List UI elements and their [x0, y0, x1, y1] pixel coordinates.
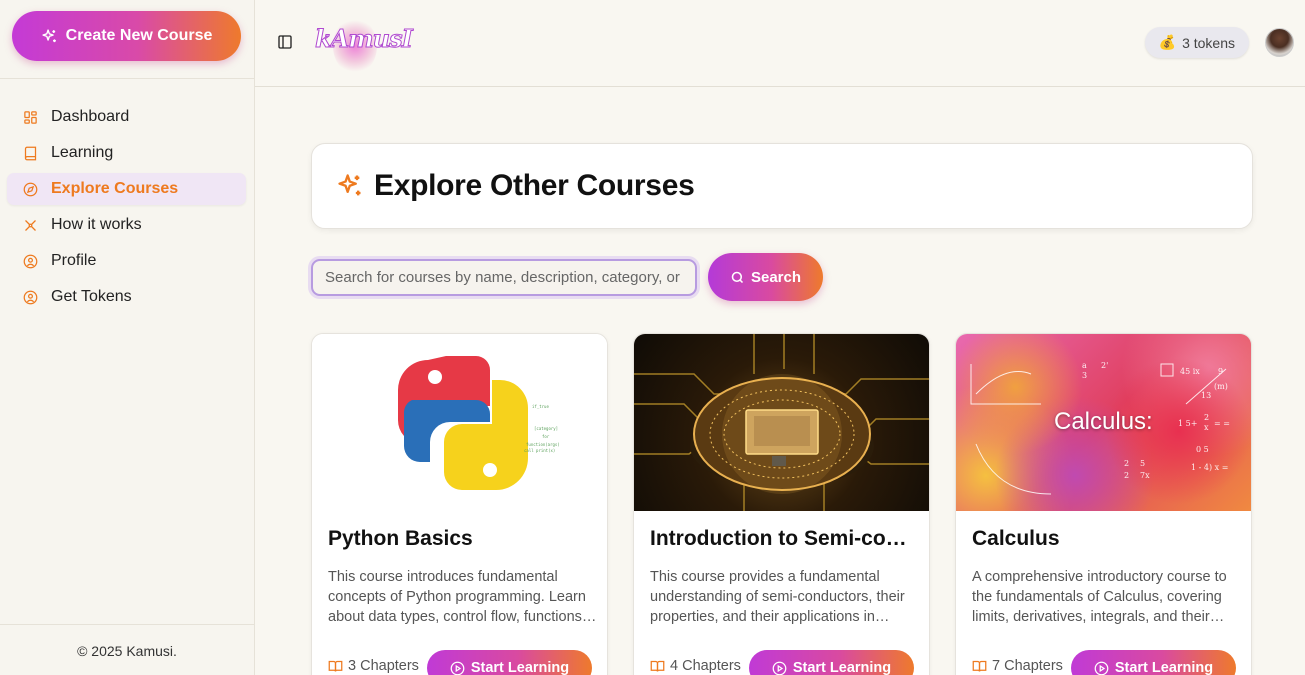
- course-chapters: 7 Chapters: [972, 658, 1063, 674]
- svg-text:9: 9: [1218, 367, 1223, 376]
- open-book-icon: [650, 660, 665, 672]
- compass-icon: [23, 182, 38, 196]
- course-description: This course introduces fundamental conce…: [328, 569, 586, 625]
- sidebar-item-profile[interactable]: Profile: [7, 245, 246, 277]
- course-title: Python Basics: [328, 527, 473, 550]
- svg-text:for: for: [542, 434, 550, 439]
- tools-icon: [25, 219, 36, 231]
- svg-text:3: 3: [1082, 371, 1087, 380]
- course-chapters-label: 7 Chapters: [992, 658, 1063, 674]
- sidebar-item-label: Dashboard: [51, 108, 130, 125]
- search-icon: [731, 271, 744, 283]
- svg-text:2: 2: [1124, 459, 1129, 468]
- search-button[interactable]: Search: [708, 253, 823, 301]
- sidebar-item-label: Get Tokens: [51, 288, 132, 305]
- sidebar-item-label: How it works: [51, 216, 142, 233]
- tokens-badge[interactable]: 💰 3 tokens: [1144, 27, 1249, 58]
- sidebar-item-how-it-works[interactable]: How it works: [7, 209, 246, 241]
- svg-text:5: 5: [1140, 459, 1145, 468]
- course-description: A comprehensive introductory course to t…: [972, 569, 1227, 625]
- sidebar-item-dashboard[interactable]: Dashboard: [7, 101, 246, 133]
- start-learning-label: Start Learning: [792, 660, 892, 675]
- course-chapters: 3 Chapters: [328, 658, 419, 674]
- user-circle-icon: [23, 254, 38, 268]
- svg-text:function(args): function(args): [526, 442, 560, 447]
- page-title-card: Explore Other Courses: [311, 143, 1253, 229]
- search-input[interactable]: [311, 259, 697, 296]
- course-card[interactable]: if_true [category] for function(args) ca…: [311, 333, 608, 675]
- course-chapters: 4 Chapters: [650, 658, 741, 674]
- user-circle-icon: [23, 290, 38, 304]
- svg-text:[category]: [category]: [534, 426, 558, 431]
- sidebar-item-label: Learning: [51, 144, 114, 161]
- logo[interactable]: kAmusI: [313, 12, 413, 74]
- start-learning-button[interactable]: Start Learning: [427, 650, 592, 675]
- sidebar: Create New Course Dashboard Learning Exp…: [0, 0, 255, 675]
- sparkles-icon: [338, 174, 361, 196]
- search-button-label: Search: [750, 268, 802, 286]
- svg-text:2': 2': [1101, 361, 1108, 370]
- open-book-icon: [972, 660, 987, 672]
- start-learning-button[interactable]: Start Learning: [749, 650, 914, 675]
- course-chapters-label: 4 Chapters: [670, 658, 741, 674]
- play-circle-icon: [772, 661, 787, 675]
- money-bag-icon: 💰: [1158, 34, 1177, 50]
- footer-divider: [0, 624, 254, 625]
- chip-image-icon: [634, 334, 929, 511]
- svg-text:1 5+: 1 5+: [1178, 419, 1197, 428]
- sidebar-item-explore-courses[interactable]: Explore Courses: [7, 173, 246, 205]
- svg-text:x: x: [1204, 423, 1209, 432]
- python-logo-icon: if_true [category] for function(args) ca…: [397, 356, 560, 490]
- copyright-text: © 2025 Kamusi.: [77, 643, 177, 659]
- svg-text:2: 2: [1124, 471, 1129, 480]
- course-card[interactable]: a 3 2' 45 ix 9 13 (m) 1 5+ 2 x = = 0 5 2 2 5 7x 1 …: [955, 333, 1252, 675]
- tokens-label: 3 tokens: [1182, 34, 1235, 51]
- svg-text:= =: = =: [1214, 419, 1230, 428]
- svg-text:45 ix: 45 ix: [1180, 367, 1200, 376]
- start-learning-label: Start Learning: [470, 660, 570, 675]
- open-book-icon: [328, 660, 343, 672]
- start-learning-label: Start Learning: [1114, 660, 1214, 675]
- svg-text:a: a: [1082, 361, 1087, 370]
- avatar[interactable]: [1265, 28, 1294, 57]
- course-image-semiconductors: [634, 334, 929, 511]
- sidebar-toggle-icon[interactable]: [277, 34, 293, 50]
- dashboard-icon: [24, 110, 37, 124]
- svg-text:7x: 7x: [1140, 471, 1150, 480]
- top-header: kAmusI 💰 3 tokens: [255, 0, 1305, 87]
- course-chapters-label: 3 Chapters: [348, 658, 419, 674]
- svg-text:13: 13: [1201, 391, 1211, 400]
- play-circle-icon: [1094, 661, 1109, 675]
- course-image-calculus: a 3 2' 45 ix 9 13 (m) 1 5+ 2 x = = 0 5 2 2 5 7x 1 …: [956, 334, 1251, 511]
- sidebar-item-label: Profile: [51, 252, 97, 269]
- book-icon: [24, 146, 37, 160]
- svg-text:0 5: 0 5: [1196, 445, 1209, 454]
- svg-text:2: 2: [1204, 413, 1209, 422]
- sidebar-nav: Dashboard Learning Explore Courses How i…: [7, 101, 246, 317]
- course-image-python: if_true [category] for function(args) ca…: [312, 334, 607, 511]
- course-title: Calculus: [972, 527, 1060, 550]
- sidebar-item-learning[interactable]: Learning: [7, 137, 246, 169]
- create-new-course-label: Create New Course: [65, 27, 213, 44]
- svg-text:if_true: if_true: [532, 404, 549, 409]
- start-learning-button[interactable]: Start Learning: [1071, 650, 1236, 675]
- sparkles-icon: [42, 28, 56, 42]
- svg-text:call print(x): call print(x): [524, 448, 555, 453]
- sidebar-item-get-tokens[interactable]: Get Tokens: [7, 281, 246, 313]
- sidebar-divider: [0, 78, 254, 79]
- sidebar-item-label: Explore Courses: [51, 180, 179, 197]
- create-new-course-button[interactable]: Create New Course: [12, 11, 241, 61]
- page-title: Explore Other Courses: [374, 169, 695, 202]
- logo-text: kAmusI: [315, 24, 414, 54]
- course-card[interactable]: Introduction to Semi-conductors This cou…: [633, 333, 930, 675]
- course-image-text: Calculus:: [1054, 408, 1153, 435]
- svg-text:(m): (m): [1214, 382, 1228, 391]
- svg-text:1 - 4) x =: 1 - 4) x =: [1191, 463, 1228, 472]
- play-circle-icon: [450, 661, 465, 675]
- course-description: This course provides a fundamental under…: [650, 569, 905, 625]
- course-title: Introduction to Semi-conductors: [650, 527, 916, 550]
